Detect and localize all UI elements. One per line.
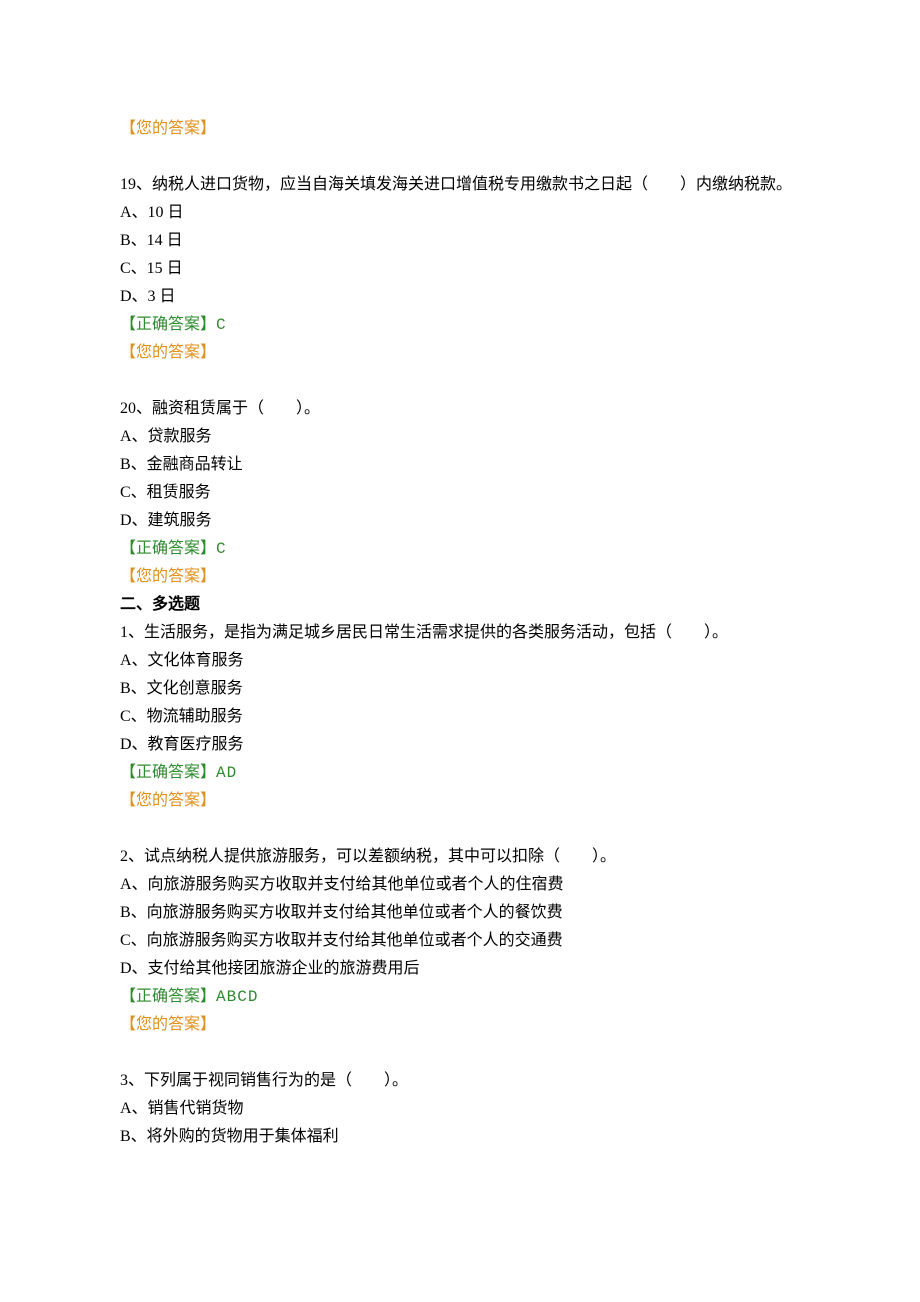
spacer [120,367,800,395]
question-text: 3、下列属于视同销售行为的是（ ）。 [120,1067,800,1095]
your-answer-label: 【您的答案】 [120,339,800,367]
question-text: 19、纳税人进口货物，应当自海关填发海关进口增值税专用缴款书之日起（ ）内缴纳税… [120,171,800,199]
section-heading: 二、多选题 [120,591,800,619]
question-option: D、3 日 [120,283,800,311]
question-option: C、向旅游服务购买方收取并支付给其他单位或者个人的交通费 [120,927,800,955]
question-option: B、将外购的货物用于集体福利 [120,1123,800,1151]
question-option: C、物流辅助服务 [120,703,800,731]
question-option: A、向旅游服务购买方收取并支付给其他单位或者个人的住宿费 [120,871,800,899]
correct-answer-value: C [216,316,227,334]
question-option: B、文化创意服务 [120,675,800,703]
question-option: A、贷款服务 [120,423,800,451]
question-text: 1、生活服务，是指为满足城乡居民日常生活需求提供的各类服务活动，包括（ ）。 [120,619,800,647]
correct-answer-line: 【正确答案】C [120,535,800,563]
question-option: C、租赁服务 [120,479,800,507]
correct-answer-line: 【正确答案】ABCD [120,983,800,1011]
correct-answer-label: 【正确答案】 [120,316,216,333]
correct-answer-value: C [216,540,227,558]
your-answer-label: 【您的答案】 [120,563,800,591]
correct-answer-label: 【正确答案】 [120,988,216,1005]
spacer [120,1039,800,1067]
spacer [120,143,800,171]
question-option: D、教育医疗服务 [120,731,800,759]
question-option: A、销售代销货物 [120,1095,800,1123]
correct-answer-line: 【正确答案】AD [120,759,800,787]
question-option: B、向旅游服务购买方收取并支付给其他单位或者个人的餐饮费 [120,899,800,927]
question-option: A、文化体育服务 [120,647,800,675]
your-answer-label: 【您的答案】 [120,787,800,815]
correct-answer-label: 【正确答案】 [120,540,216,557]
question-text: 2、试点纳税人提供旅游服务，可以差额纳税，其中可以扣除（ ）。 [120,843,800,871]
question-option: B、14 日 [120,227,800,255]
question-option: C、15 日 [120,255,800,283]
question-option: D、建筑服务 [120,507,800,535]
your-answer-label: 【您的答案】 [120,115,800,143]
spacer [120,815,800,843]
page-content: 【您的答案】 19、纳税人进口货物，应当自海关填发海关进口增值税专用缴款书之日起（… [0,0,920,1302]
correct-answer-label: 【正确答案】 [120,764,216,781]
question-option: D、支付给其他接团旅游企业的旅游费用后 [120,955,800,983]
correct-answer-value: AD [216,764,237,782]
correct-answer-value: ABCD [216,988,258,1006]
question-option: B、金融商品转让 [120,451,800,479]
question-option: A、10 日 [120,199,800,227]
correct-answer-line: 【正确答案】C [120,311,800,339]
your-answer-label: 【您的答案】 [120,1011,800,1039]
question-text: 20、融资租赁属于（ ）。 [120,395,800,423]
